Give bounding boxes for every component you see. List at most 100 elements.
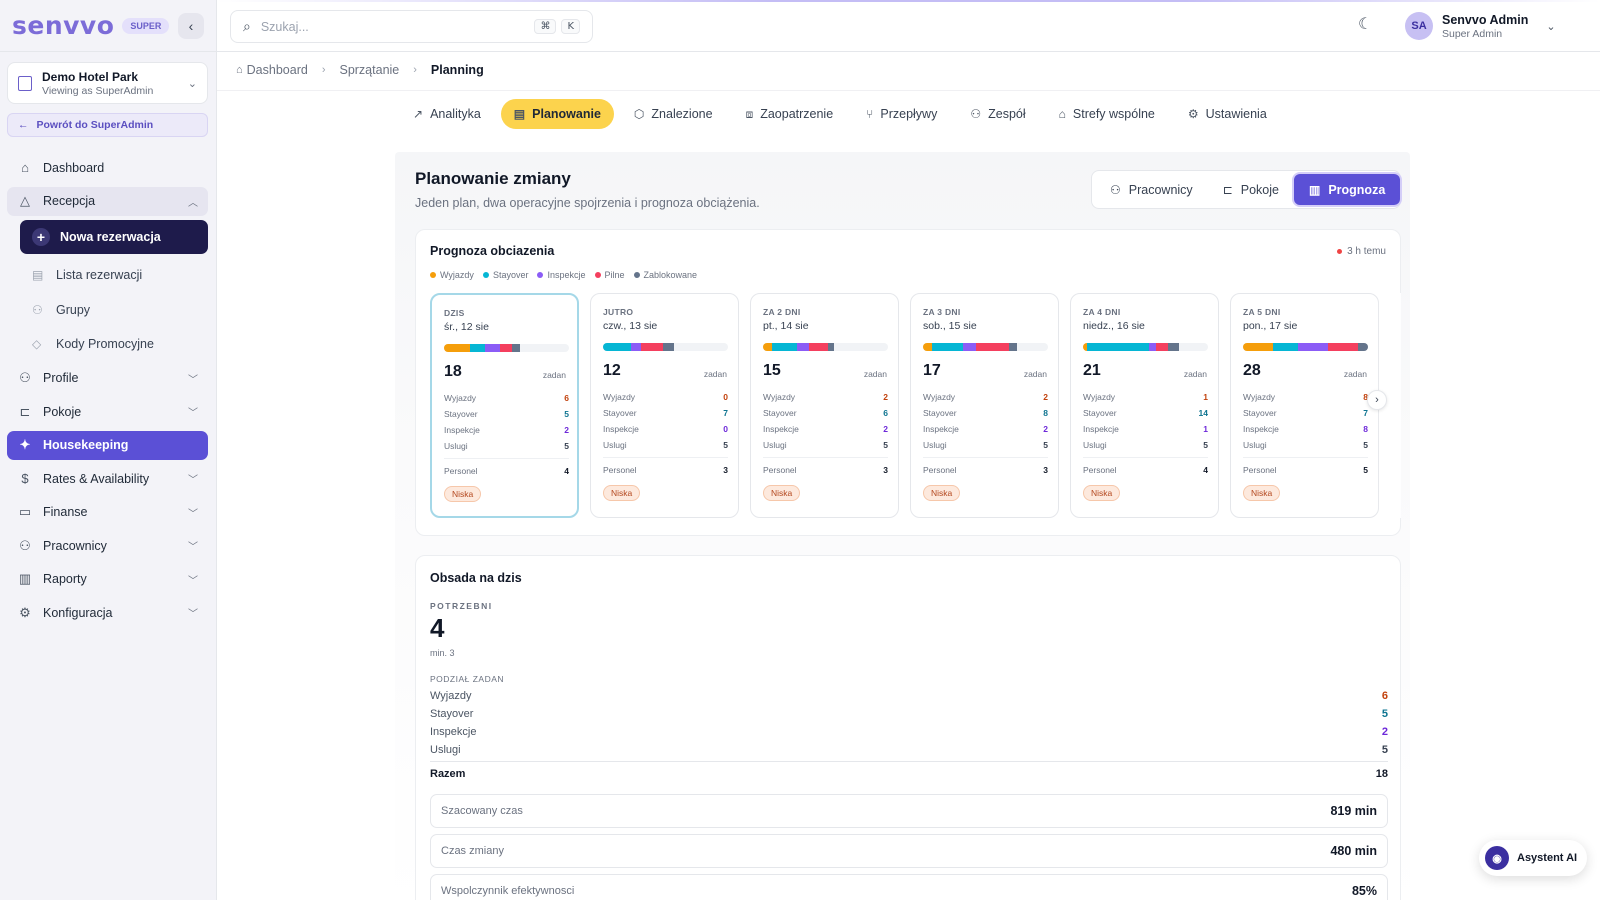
sidebar-item-lista-rezerwacji[interactable]: ▤ Lista rezerwacji bbox=[20, 260, 208, 290]
day-date: niedz., 16 sie bbox=[1083, 320, 1145, 332]
sidebar-item-grupy[interactable]: ⚇ Grupy bbox=[20, 295, 208, 325]
tab-analityka[interactable]: ↗ Analityka bbox=[400, 99, 494, 129]
staff-row: Personel 4 bbox=[444, 466, 569, 476]
tab-strefy-wspolne[interactable]: ⌂ Strefy wspólne bbox=[1046, 99, 1168, 129]
moon-icon[interactable]: ☾ bbox=[1358, 14, 1372, 34]
search-input[interactable] bbox=[260, 19, 530, 34]
workload-segment bbox=[640, 343, 663, 351]
workload-segment bbox=[931, 343, 963, 351]
task-value: 2 bbox=[1043, 392, 1048, 402]
task-value: 5 bbox=[1203, 440, 1208, 450]
new-reservation-button[interactable]: + Nowa rezerwacja bbox=[20, 220, 208, 254]
ai-assistant-button[interactable]: ◉ Asystent AI bbox=[1479, 840, 1587, 876]
task-label: Uslugi bbox=[763, 440, 787, 450]
sidebar-item-recepcja[interactable]: △ Recepcja ︿ bbox=[7, 186, 208, 216]
bar-chart-icon: ▥ bbox=[18, 571, 32, 586]
sidebar-item-raporty[interactable]: ▥ Raporty ﹀ bbox=[7, 565, 208, 594]
sidebar-item-kody[interactable]: ◇ Kody Promocyjne bbox=[20, 329, 208, 359]
brand-bar: senvvo SUPER ‹ bbox=[0, 0, 216, 52]
view-prognoza-button[interactable]: ▥ Prognoza bbox=[1293, 174, 1401, 205]
workload-bar bbox=[1243, 343, 1368, 351]
task-row: Stayover 5 bbox=[444, 406, 569, 422]
stat-label: Czas zmiany bbox=[441, 845, 504, 857]
sidebar-item-housekeeping[interactable]: ✦ Housekeeping bbox=[7, 430, 208, 460]
forecast-day-card[interactable]: ZA 2 DNI pt., 14 sie 15 zadan Wyjazdy 2 Stayov… bbox=[750, 293, 899, 518]
home-icon: ⌂ bbox=[21, 160, 29, 175]
tab-znalezione[interactable]: ⬡ Znalezione bbox=[621, 99, 726, 129]
tab-zespol[interactable]: ⚇ Zespół bbox=[957, 99, 1038, 129]
task-value: 8 bbox=[1043, 408, 1048, 418]
task-label: Inspekcje bbox=[603, 424, 639, 434]
search-box[interactable]: ⌕ ⌘ K bbox=[230, 10, 593, 43]
sidebar-item-label: Grupy bbox=[56, 302, 91, 317]
workload-segment bbox=[1358, 343, 1368, 351]
task-row: Stayover 8 bbox=[923, 405, 1048, 421]
workload-segment bbox=[485, 344, 501, 352]
forecast-day-card[interactable]: ZA 3 DNI sob., 15 sie 17 zadan Wyjazdy 2 Stayo… bbox=[910, 293, 1059, 518]
forecast-day-card[interactable]: JUTRO czw., 13 sie 12 zadan Wyjazdy 0 Stayover… bbox=[590, 293, 739, 518]
forecast-day-card[interactable]: ZA 4 DNI niedz., 16 sie 21 zadan Wyjazdy 1 Sta… bbox=[1070, 293, 1219, 518]
sidebar-item-profile[interactable]: ⚇ Profile ﹀ bbox=[7, 364, 208, 393]
sidebar-item-pokoje[interactable]: ⊏ Pokoje ﹀ bbox=[7, 397, 208, 426]
stat-efficiency: Wspolczynnik efektywnosci 85% bbox=[430, 874, 1388, 900]
task-label: Stayover bbox=[444, 409, 478, 419]
task-label: Stayover bbox=[923, 408, 957, 418]
task-row: Wyjazdy 2 bbox=[763, 389, 888, 405]
task-split-value: 6 bbox=[1381, 690, 1388, 702]
task-split-rows: Wyjazdy 6 Stayover 5 Inspekcje 2 Uslugi 5 bbox=[430, 687, 1388, 759]
task-label: Wyjazdy bbox=[763, 392, 796, 402]
staff-row: Personel 3 bbox=[603, 465, 728, 475]
view-pracownicy-button[interactable]: ⚇ Pracownicy bbox=[1095, 174, 1208, 205]
task-row: Inspekcje 2 bbox=[444, 422, 569, 438]
sidebar: senvvo SUPER ‹ Demo Hotel Park Viewing a… bbox=[0, 0, 217, 900]
staff-row: Personel 4 bbox=[1083, 465, 1208, 475]
day-label: ZA 3 DNI bbox=[923, 307, 961, 317]
user-role: Super Admin bbox=[1442, 27, 1503, 40]
legend-label: Stayover bbox=[492, 270, 529, 280]
forecast-day-card[interactable]: ZA 5 DNI pon., 17 sie 28 zadan Wyjazdy 8 Stayo… bbox=[1230, 293, 1379, 518]
breadcrumb-sprzatanie[interactable]: Sprzątanie bbox=[339, 63, 399, 77]
tab-label: Ustawienia bbox=[1205, 107, 1267, 121]
sidebar-item-pracownicy[interactable]: ⚇ Pracownicy ﹀ bbox=[7, 531, 208, 560]
tab-label: Strefy wspólne bbox=[1072, 107, 1155, 121]
task-value: 5 bbox=[883, 440, 888, 450]
sidebar-item-dashboard[interactable]: ⌂ Dashboard bbox=[7, 153, 208, 182]
task-value: 2 bbox=[564, 425, 569, 435]
workload-segment bbox=[1168, 343, 1180, 351]
tasks-unit: zadan bbox=[1183, 369, 1207, 379]
sidebar-item-finanse[interactable]: ▭ Finanse ﹀ bbox=[7, 498, 208, 527]
tab-label: Analityka bbox=[430, 107, 481, 121]
task-split-label: PODZIAŁ ZADAN bbox=[430, 674, 505, 684]
hotel-selector[interactable]: Demo Hotel Park Viewing as SuperAdmin ⌄ bbox=[7, 62, 208, 104]
task-label: Uslugi bbox=[1083, 440, 1107, 450]
tab-ustawienia[interactable]: ⚙ Ustawienia bbox=[1175, 99, 1280, 129]
sofa-icon: ⌂ bbox=[1058, 107, 1066, 121]
task-split-label: Stayover bbox=[430, 708, 474, 720]
forecast-day-card[interactable]: DZIS śr., 12 sie 18 zadan Wyjazdy 6 Stayover 5 I… bbox=[430, 293, 579, 518]
breadcrumb-dashboard[interactable]: Dashboard bbox=[247, 63, 308, 77]
sidebar-item-label: Dashboard bbox=[43, 160, 105, 175]
workload-segment bbox=[630, 343, 641, 351]
legend-item: Pilne bbox=[594, 270, 625, 280]
back-to-superadmin-button[interactable]: ← Powrót do SuperAdmin bbox=[7, 113, 208, 137]
legend-label: Inspekcje bbox=[547, 270, 586, 280]
workload-segment bbox=[828, 343, 835, 351]
task-value: 5 bbox=[564, 441, 569, 451]
collapse-sidebar-button[interactable]: ‹ bbox=[178, 12, 204, 39]
sidebar-item-konfiguracja[interactable]: ⚙ Konfiguracja ﹀ bbox=[7, 598, 208, 627]
task-label: Stayover bbox=[1083, 408, 1117, 418]
sidebar-item-rates[interactable]: $ Rates & Availability ﹀ bbox=[7, 464, 208, 493]
chevron-down-icon: ﹀ bbox=[188, 475, 198, 486]
senvvo-logo[interactable]: senvvo bbox=[12, 11, 114, 40]
tasks-unit: zadan bbox=[863, 369, 887, 379]
day-total: 12 bbox=[603, 362, 621, 379]
tab-przeplywy[interactable]: ⑂ Przepływy bbox=[853, 99, 950, 129]
view-pokoje-button[interactable]: ⊏ Pokoje bbox=[1208, 174, 1294, 205]
chevron-right-icon[interactable]: › bbox=[1367, 390, 1387, 410]
tab-planowanie[interactable]: ▤ Planowanie bbox=[500, 99, 614, 129]
user-menu[interactable]: SA Senvvo Admin Super Admin ⌄ bbox=[1405, 12, 1556, 40]
tab-label: Znalezione bbox=[651, 107, 713, 121]
tab-zaopatrzenie[interactable]: ⧈ Zaopatrzenie bbox=[733, 99, 847, 129]
task-split-label: Uslugi bbox=[430, 744, 461, 756]
card-icon: ▭ bbox=[18, 504, 32, 519]
